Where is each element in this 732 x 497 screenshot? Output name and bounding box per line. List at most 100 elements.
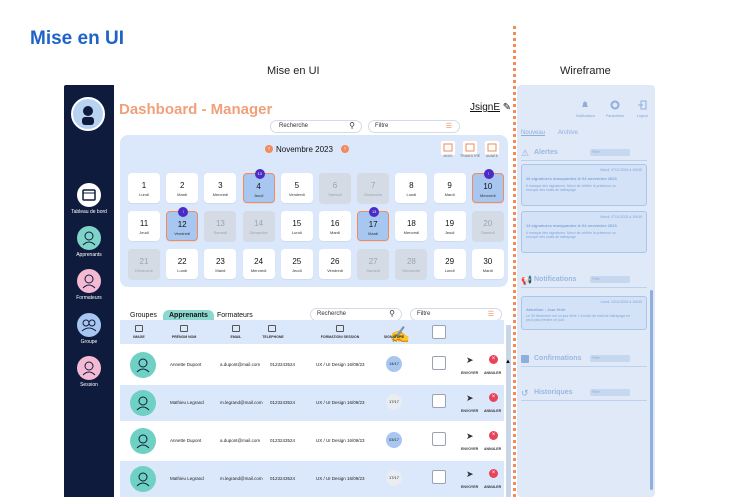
cell-session: UX / UI Design 16/09/23 (316, 362, 365, 367)
calendar-day[interactable]: 2 Mardi (166, 173, 199, 203)
calendar-day[interactable]: 18 Mercredi (395, 211, 428, 241)
calendar-day[interactable]: 24 Mercredi (242, 249, 275, 279)
cell-email[interactable]: a.dupont@mail.com (220, 438, 260, 443)
calendar-day[interactable]: 29 Lundi (433, 249, 466, 279)
table-row[interactable]: Annette Dupont a.dupont@mail.com 012324352… (120, 423, 504, 459)
avatar[interactable] (71, 97, 105, 131)
row-checkbox[interactable] (432, 356, 446, 370)
calendar-day[interactable]: 19 Jeudi (433, 211, 466, 241)
calendar-day[interactable]: 14 Dimanche (242, 211, 275, 241)
calendar-day[interactable]: 21 Dimanche (128, 249, 160, 279)
cancel-button-label[interactable]: ANNULER (484, 409, 501, 413)
table-header: IMAGE PRÉNOM NOM EMAIL TELEPHONE FORMATI… (120, 320, 504, 344)
calendar-filter-select[interactable]: Filtre ☰ (368, 120, 460, 133)
cancel-icon[interactable]: × (489, 393, 498, 402)
send-button-label[interactable]: ENVOYER (461, 485, 478, 489)
brand-logo: JsignE ✎ (470, 102, 512, 113)
calendar-day[interactable]: 13 Samedi (204, 211, 237, 241)
calendar-day[interactable]: 9 Mardi (433, 173, 466, 203)
day-number: 29 (445, 257, 455, 266)
send-icon[interactable]: ➤ (466, 393, 474, 404)
calendar-day[interactable]: 1 Lundi (128, 173, 160, 203)
calendar-day[interactable]: 25 Jeudi (280, 249, 313, 279)
calendar-day[interactable]: 22 Lundi (166, 249, 199, 279)
calendar-day[interactable]: 30 Mardi (471, 249, 504, 279)
calendar-search-input[interactable]: Recherche ⚲ (270, 120, 362, 133)
calendar-day[interactable]: 6 Samedi (319, 173, 351, 203)
next-month-button[interactable]: › (341, 145, 349, 153)
sidebar-item-group[interactable]: Groupe (64, 339, 114, 345)
cancel-icon[interactable]: × (489, 469, 498, 478)
cell-session: UX / UI Design 16/09/23 (316, 438, 365, 443)
wf-settings-label: Paramètres (606, 114, 625, 118)
calendar-day[interactable]: 3 Mercredi (204, 173, 237, 203)
trainer-icon[interactable] (77, 269, 101, 293)
cancel-button-label[interactable]: ANNULER (484, 447, 501, 451)
cancel-icon[interactable]: × (489, 355, 498, 364)
sidebar-item-learners[interactable]: Apprenants (64, 252, 114, 258)
wf-notification-card[interactable]: Lundi, 24/11/2023 à 10h35 Attention : Jo… (521, 296, 647, 330)
calendar-day[interactable]: 10 Mercredi! (471, 169, 504, 203)
send-button-label[interactable]: ENVOYER (461, 409, 478, 413)
calendar-day[interactable]: 26 Vendredi (319, 249, 351, 279)
send-icon[interactable]: ➤ (466, 355, 474, 366)
calendar-day[interactable]: 27 Samedi (357, 249, 390, 279)
session-icon[interactable] (77, 356, 101, 380)
day-number: 22 (177, 257, 187, 266)
training-icon (336, 325, 344, 332)
send-icon[interactable]: ➤ (466, 469, 474, 480)
table-row[interactable]: Annette Dupont a.dupont@mail.com 012324352… (120, 347, 504, 383)
send-button-label[interactable]: ENVOYER (461, 447, 478, 451)
dashboard-icon[interactable] (77, 183, 101, 207)
calendar-day[interactable]: 11 Jeudi (128, 211, 160, 241)
cell-phone: 0123243524 (270, 362, 296, 367)
learner-icon[interactable] (77, 226, 101, 250)
wf-scrollbar[interactable] (650, 290, 653, 490)
calendar-day[interactable]: 4 Jeudi 13 (242, 169, 275, 203)
cancel-button-label[interactable]: ANNULER (484, 485, 501, 489)
pen-icon: ✎ (502, 102, 512, 113)
day-weekday: Jeudi (292, 268, 302, 273)
wf-filter-history[interactable]: Filtre (590, 389, 630, 396)
wf-alert-card[interactable]: Mardi, 07/11/2023 à 10h35 26 signatures … (521, 164, 647, 206)
scroll-up-icon[interactable]: ▲ (505, 350, 511, 365)
row-checkbox[interactable] (432, 470, 446, 484)
calendar-day[interactable]: 15 Lundi (280, 211, 313, 241)
cell-email[interactable]: m.legrand@mail.com (220, 476, 263, 481)
wf-tab-archive[interactable]: Archive (558, 130, 578, 136)
calendar-day[interactable]: 23 Mardi (204, 249, 237, 279)
calendar-day[interactable]: 8 Lundi (395, 173, 428, 203)
table-row[interactable]: Mathieu Legrand m.legrand@mail.com 0123243… (120, 385, 504, 421)
wf-filter-alerts[interactable]: Filtre (590, 149, 630, 156)
calendar-day[interactable]: 7 Dimanche (357, 173, 390, 203)
cancel-button-label[interactable]: ANNULER (484, 371, 501, 375)
wf-filter-notifications[interactable]: Filtre (590, 276, 630, 283)
cell-email[interactable]: a.dupont@mail.com (220, 362, 260, 367)
cancel-icon[interactable]: × (489, 431, 498, 440)
calendar-day[interactable]: 20 Samedi (471, 211, 504, 241)
row-checkbox[interactable] (432, 394, 446, 408)
wf-tab-new[interactable]: Nouveau (521, 130, 545, 136)
calendar-day[interactable]: 17 Mardi 13 (357, 207, 390, 241)
calendar-day[interactable]: 12 Vendredi! (166, 207, 199, 241)
row-checkbox[interactable] (432, 432, 446, 446)
calendar-day[interactable]: 5 Vendredi (280, 173, 313, 203)
group-icon[interactable] (77, 313, 101, 337)
sidebar-item-session[interactable]: Session (64, 382, 114, 388)
calendar-day[interactable]: 28 Dimanche (395, 249, 428, 279)
megaphone-icon: 📢 (521, 275, 533, 285)
wf-filter-confirmations[interactable]: Filtre (590, 355, 630, 362)
send-icon[interactable]: ➤ (466, 431, 474, 442)
table-row[interactable]: Mathieu Legrand m.legrand@mail.com 0123243… (120, 461, 504, 497)
send-button-label[interactable]: ENVOYER (461, 371, 478, 375)
select-all-checkbox[interactable] (432, 325, 446, 339)
logout-icon[interactable] (637, 100, 647, 110)
cell-email[interactable]: m.legrand@mail.com (220, 400, 263, 405)
calendar-day[interactable]: 16 Mardi (319, 211, 351, 241)
sidebar-item-trainers[interactable]: Formateurs (64, 295, 114, 301)
prev-month-button[interactable]: ‹ (265, 145, 273, 153)
sidebar-item-dashboard[interactable]: Tableau de bord (64, 209, 114, 215)
wf-alert-card[interactable]: Mardi, 07/11/2023 à 10h35 13 signatures … (521, 211, 647, 253)
gear-icon[interactable] (610, 100, 620, 110)
bell-icon[interactable] (580, 100, 590, 110)
